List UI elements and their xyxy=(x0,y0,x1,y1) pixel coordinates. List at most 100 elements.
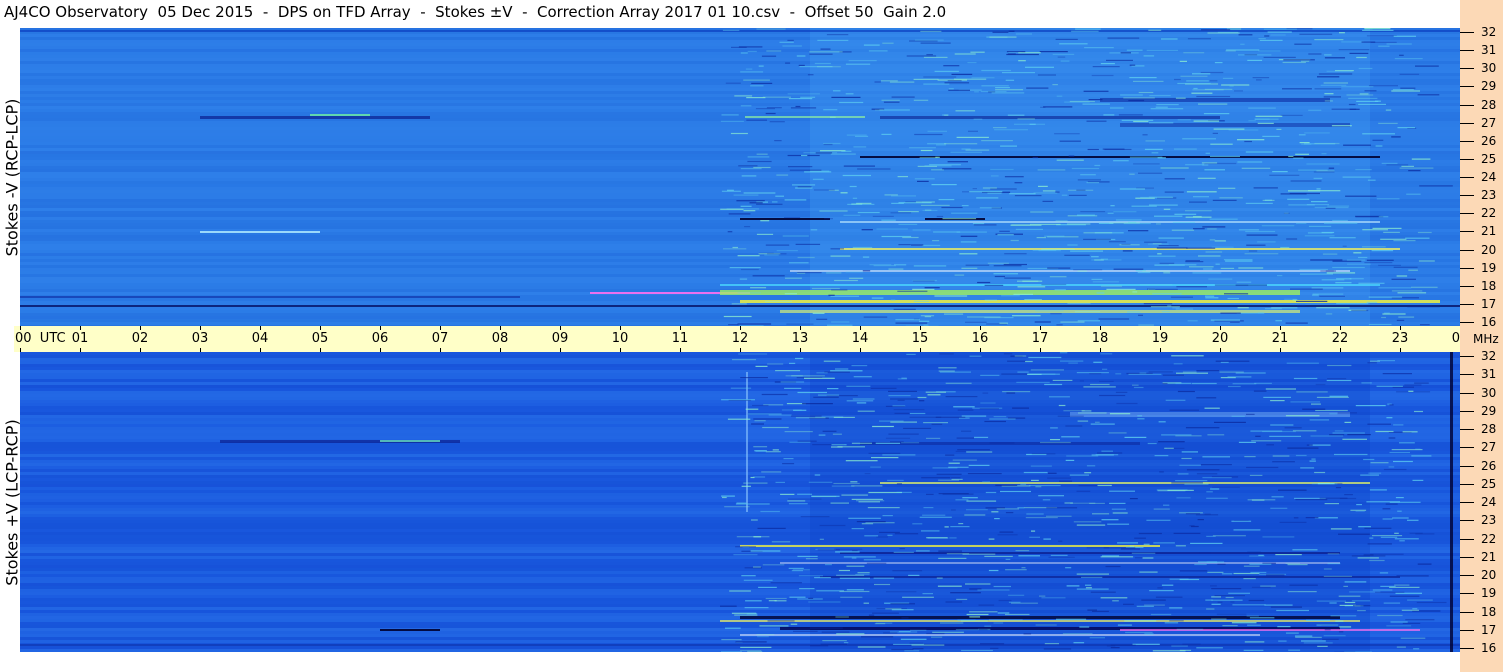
noise-speckle xyxy=(1156,223,1161,225)
noise-speckle xyxy=(1211,599,1243,601)
noise-speckle xyxy=(1050,439,1060,441)
noise-speckle xyxy=(874,623,886,625)
noise-speckle xyxy=(840,192,848,194)
noise-speckle xyxy=(744,567,762,569)
noise-speckle xyxy=(831,96,861,98)
noise-speckle xyxy=(846,400,874,402)
noise-speckle xyxy=(853,376,872,378)
noise-speckle xyxy=(879,420,904,422)
noise-speckle xyxy=(1164,191,1184,193)
noise-speckle xyxy=(1122,250,1133,252)
noise-speckle xyxy=(776,250,798,252)
noise-speckle xyxy=(1248,599,1265,602)
noise-speckle xyxy=(882,42,894,44)
noise-speckle xyxy=(995,484,1018,486)
frequency-tick-label: 21 xyxy=(1481,549,1497,564)
noise-speckle xyxy=(1408,170,1421,172)
noise-speckle xyxy=(720,605,737,607)
noise-speckle xyxy=(891,96,915,98)
frequency-tick-label: 20 xyxy=(1481,568,1497,582)
noise-speckle xyxy=(994,129,1028,131)
noise-speckle xyxy=(961,430,972,432)
noise-speckle xyxy=(1359,93,1369,95)
noise-speckle xyxy=(785,62,791,64)
noise-speckle xyxy=(923,83,950,85)
noise-speckle xyxy=(1324,503,1339,505)
noise-speckle xyxy=(1046,507,1078,509)
noise-speckle xyxy=(1081,410,1092,412)
time-tick-mark xyxy=(1040,326,1041,330)
noise-speckle xyxy=(995,89,1024,91)
noise-speckle xyxy=(788,166,813,168)
noise-speckle xyxy=(1154,455,1169,457)
noise-speckle xyxy=(1372,227,1402,229)
noise-speckle xyxy=(1344,581,1367,583)
noise-speckle xyxy=(1144,604,1165,606)
noise-speckle xyxy=(1419,185,1453,187)
noise-speckle xyxy=(881,99,900,101)
noise-speckle xyxy=(1121,119,1154,121)
noise-speckle xyxy=(1393,424,1404,426)
noise-speckle xyxy=(1247,551,1261,553)
emission-streak xyxy=(880,482,1370,484)
noise-speckle xyxy=(957,449,990,451)
noise-speckle xyxy=(1118,114,1143,116)
noise-speckle xyxy=(936,215,944,218)
noise-speckle xyxy=(734,614,758,616)
noise-speckle xyxy=(1100,556,1134,558)
noise-speckle xyxy=(1324,222,1358,224)
noise-speckle xyxy=(1161,311,1170,313)
noise-speckle xyxy=(1174,213,1197,215)
noise-speckle xyxy=(1399,73,1420,75)
noise-speckle xyxy=(1015,33,1032,35)
noise-speckle xyxy=(753,446,768,448)
noise-speckle xyxy=(1123,97,1155,99)
noise-speckle xyxy=(1269,435,1301,437)
time-tick-label: 14 xyxy=(851,331,869,346)
noise-speckle xyxy=(1064,254,1090,256)
noise-speckle xyxy=(1322,253,1338,255)
noise-speckle xyxy=(1288,649,1301,651)
noise-speckle xyxy=(1137,418,1145,420)
noise-speckle xyxy=(909,147,936,149)
noise-speckle xyxy=(1001,373,1031,375)
noise-speckle xyxy=(1133,386,1144,389)
noise-speckle xyxy=(1386,417,1393,419)
noise-speckle xyxy=(1077,420,1089,422)
noise-speckle xyxy=(1121,243,1131,245)
noise-speckle xyxy=(1193,120,1220,122)
noise-speckle xyxy=(1226,49,1260,51)
noise-speckle xyxy=(1030,211,1054,213)
noise-speckle xyxy=(1142,557,1154,559)
noise-speckle xyxy=(830,295,859,297)
noise-speckle xyxy=(879,109,910,111)
activity-region xyxy=(810,28,1370,326)
emission-streak xyxy=(1120,629,1420,631)
noise-speckle xyxy=(1128,99,1145,102)
noise-speckle xyxy=(1158,237,1184,239)
noise-speckle xyxy=(1407,599,1433,601)
noise-speckle xyxy=(1272,461,1295,463)
noise-speckle xyxy=(760,220,770,222)
noise-speckle xyxy=(1395,497,1404,499)
noise-speckle xyxy=(852,550,858,552)
noise-speckle xyxy=(1313,171,1335,173)
noise-speckle xyxy=(1319,497,1348,499)
noise-speckle xyxy=(931,636,943,638)
noise-speckle xyxy=(1205,152,1210,154)
noise-speckle xyxy=(1047,477,1072,479)
noise-speckle xyxy=(1399,540,1405,542)
noise-speckle xyxy=(913,300,930,302)
noise-speckle xyxy=(1392,517,1409,519)
noise-speckle xyxy=(1158,441,1185,443)
noise-speckle xyxy=(961,205,969,207)
noise-speckle xyxy=(825,564,832,566)
noise-speckle xyxy=(969,191,1003,193)
noise-speckle xyxy=(1240,43,1245,45)
noise-speckle xyxy=(1356,100,1379,102)
frequency-tick-mark xyxy=(1460,447,1474,449)
noise-speckle xyxy=(1377,614,1403,617)
noise-speckle xyxy=(987,192,1002,194)
noise-speckle xyxy=(789,596,806,598)
noise-speckle xyxy=(1059,352,1068,354)
